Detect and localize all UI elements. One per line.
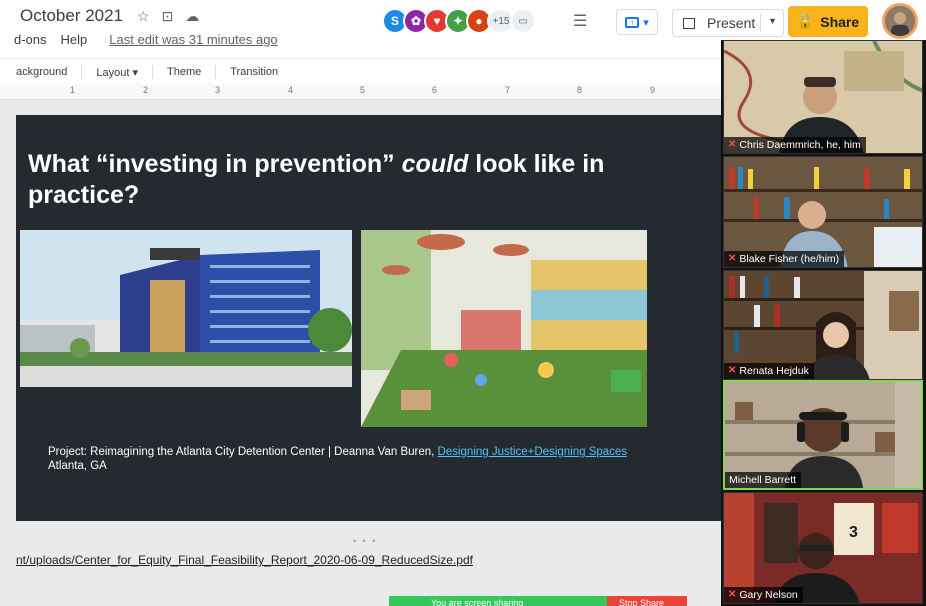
mic-muted-icon: ✕ bbox=[728, 589, 737, 600]
participant-name: Michell Barrett bbox=[729, 474, 797, 486]
participant-name-label: Michell Barrett bbox=[725, 472, 802, 488]
participant-tile[interactable]: ✕ Blake Fisher (he/him) bbox=[723, 156, 923, 268]
toolbar-divider bbox=[81, 65, 83, 79]
screen-share-bar: You are screen sharing Stop Share bbox=[389, 596, 687, 606]
profile-photo bbox=[885, 6, 915, 36]
jersey-number: 3 bbox=[849, 524, 858, 541]
screen-share-status: You are screen sharing bbox=[431, 598, 524, 606]
mic-muted-icon: ✕ bbox=[728, 253, 737, 264]
ruler-number: 3 bbox=[215, 85, 221, 95]
ruler-number: 8 bbox=[577, 85, 583, 95]
ruler-number: 4 bbox=[288, 85, 294, 95]
ruler-number: 7 bbox=[505, 85, 511, 95]
chat-icon[interactable]: ▭ bbox=[510, 8, 536, 34]
interior-rendering-image[interactable] bbox=[361, 230, 647, 427]
participant-name-label: ✕ Chris Daemmrich, he, him bbox=[724, 137, 866, 153]
document-title[interactable]: October 2021 bbox=[20, 6, 123, 26]
caption-line-1: Project: Reimagining the Atlanta City De… bbox=[48, 445, 627, 459]
participant-name-label: ✕ Renata Hejduk bbox=[724, 363, 814, 379]
present-icon bbox=[683, 17, 695, 29]
menu-bar: d-ons Help Last edit was 31 minutes ago bbox=[14, 32, 278, 47]
video-panel: ✕ Chris Daemmrich, he, him ✕ Blake Fisher … bbox=[721, 40, 926, 606]
lock-icon: 🔒 bbox=[796, 13, 815, 29]
slide-title-text: What “investing in prevention” bbox=[28, 150, 402, 178]
slide-title-emphasis: could bbox=[401, 150, 469, 178]
present-divider bbox=[760, 14, 761, 32]
share-label: Share bbox=[820, 13, 860, 30]
comments-icon[interactable]: ☰ bbox=[573, 11, 587, 31]
layout-button[interactable]: Layout ▾ bbox=[96, 66, 138, 79]
screen: October 2021 ☆ ⊡ ☁ d-ons Help Last edit … bbox=[0, 0, 926, 606]
ruler-number: 2 bbox=[143, 85, 149, 95]
new-slide-button[interactable]: ↑ ▾ bbox=[616, 9, 658, 35]
background-button[interactable]: ackground bbox=[16, 66, 67, 78]
participant-tile[interactable]: ✕ Renata Hejduk bbox=[723, 270, 923, 380]
ruler-number: 5 bbox=[360, 85, 366, 95]
slide[interactable]: What “investing in prevention” could loo… bbox=[16, 115, 736, 521]
menu-addons[interactable]: d-ons bbox=[14, 32, 47, 47]
last-edit-link[interactable]: Last edit was 31 minutes ago bbox=[109, 32, 277, 47]
ruler-number: 1 bbox=[70, 85, 76, 95]
collaborator-avatars: S ✿ ♥ ✦ ● +15 ▭ bbox=[382, 8, 536, 34]
participant-name-label: ✕ Gary Nelson bbox=[724, 587, 803, 603]
profile-avatar[interactable] bbox=[882, 3, 918, 39]
participant-tile[interactable]: ✕ Chris Daemmrich, he, him bbox=[723, 40, 923, 154]
stop-share-button[interactable]: Stop Share bbox=[607, 596, 687, 606]
participant-name: Blake Fisher (he/him) bbox=[739, 253, 840, 265]
participant-name: Gary Nelson bbox=[739, 589, 798, 601]
caption-text: Project: Reimagining the Atlanta City De… bbox=[48, 446, 438, 458]
speaker-notes-url[interactable]: nt/uploads/Center_for_Equity_Final_Feasi… bbox=[16, 553, 473, 567]
share-button[interactable]: 🔒 Share bbox=[788, 6, 868, 37]
building-rendering-image[interactable] bbox=[20, 230, 352, 387]
toolbar-divider bbox=[151, 65, 153, 79]
participant-name: Chris Daemmrich, he, him bbox=[739, 139, 861, 151]
present-button[interactable]: Present ▾ bbox=[672, 9, 784, 37]
caption-link[interactable]: Designing Justice+Designing Spaces bbox=[438, 446, 628, 458]
building-illustration bbox=[20, 230, 352, 387]
chevron-down-icon: ▾ bbox=[643, 16, 649, 29]
upload-icon: ↑ bbox=[625, 16, 640, 28]
mic-muted-icon: ✕ bbox=[728, 139, 737, 150]
ruler-number: 6 bbox=[432, 85, 438, 95]
slide-caption[interactable]: Project: Reimagining the Atlanta City De… bbox=[48, 445, 627, 473]
transition-button[interactable]: Transition bbox=[230, 66, 278, 78]
title-icons: ☆ ⊡ ☁ bbox=[137, 8, 199, 25]
mic-muted-icon: ✕ bbox=[728, 365, 737, 376]
move-folder-icon[interactable]: ⊡ bbox=[162, 8, 174, 25]
interior-illustration bbox=[361, 230, 647, 427]
star-icon[interactable]: ☆ bbox=[137, 8, 150, 25]
participant-name: Renata Hejduk bbox=[739, 365, 809, 377]
ruler-number: 9 bbox=[650, 85, 656, 95]
participant-name-label: ✕ Blake Fisher (he/him) bbox=[724, 251, 845, 267]
participant-tile[interactable]: 3 ✕ Gary Nelson bbox=[723, 492, 923, 604]
caption-line-2: Atlanta, GA bbox=[48, 460, 107, 472]
cloud-status-icon[interactable]: ☁ bbox=[185, 8, 199, 25]
present-options-chevron-icon[interactable]: ▾ bbox=[770, 16, 775, 27]
menu-help[interactable]: Help bbox=[61, 32, 88, 47]
theme-button[interactable]: Theme bbox=[167, 66, 201, 78]
present-label: Present bbox=[707, 15, 756, 31]
filmstrip-resize-handle[interactable]: • • • bbox=[353, 536, 377, 546]
participant-tile-speaking[interactable]: Michell Barrett bbox=[723, 380, 923, 490]
slide-title[interactable]: What “investing in prevention” could loo… bbox=[28, 149, 668, 211]
toolbar-divider bbox=[215, 65, 217, 79]
